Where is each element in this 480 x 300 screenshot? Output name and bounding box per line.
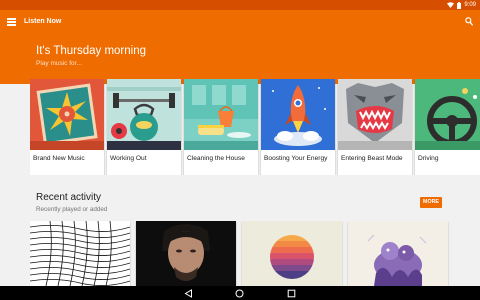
activity-card-cleaning-the-house[interactable]: Cleaning the House [184,79,258,175]
app-bar-title: Listen Now [24,18,62,25]
album-portrait[interactable] [136,221,236,286]
album-purple-figure[interactable] [348,221,448,286]
card-label: Entering Beast Mode [341,155,403,162]
card-label: Driving [418,155,439,162]
beast-face-icon [338,79,412,150]
home-icon[interactable] [235,289,244,298]
system-nav-bar [0,286,480,300]
rocket-icon [261,79,335,150]
activity-card-brand-new-music[interactable]: Brand New Music [30,79,104,175]
recent-activity-title: Recent activity [36,192,102,203]
search-icon[interactable] [465,17,473,26]
card-label: Brand New Music [33,155,85,162]
card-label: Working Out [110,155,147,162]
bucket-sponge-icon [184,79,258,150]
hamburger-menu-icon[interactable] [7,18,16,26]
vinyl-starburst-icon [30,79,104,150]
activity-cards: Brand New Music Working Out Cleaning the… [30,79,480,175]
back-icon[interactable] [184,289,193,298]
portrait-photo-art [136,221,236,286]
purple-figure-art [348,221,448,286]
activity-card-boosting-your-energy[interactable]: Boosting Your Energy [261,79,335,175]
hero-title: It's Thursday morning [36,45,147,57]
wifi-icon [447,2,455,8]
battery-icon [457,1,462,9]
activity-card-entering-beast-mode[interactable]: Entering Beast Mode [338,79,412,175]
sunset-stripes-art [242,221,342,286]
hero-subtitle: Play music for... [36,60,82,67]
steering-wheel-icon [415,79,480,150]
status-time: 9:09 [464,2,476,8]
album-wave-lines[interactable] [30,221,130,286]
recent-albums [30,221,480,286]
card-label: Boosting Your Energy [264,155,328,162]
card-label: Cleaning the House [187,155,245,162]
activity-card-driving[interactable]: Driving [415,79,480,175]
status-bar: 9:09 [0,0,480,10]
activity-card-working-out[interactable]: Working Out [107,79,181,175]
hero-banner: It's Thursday morning Play music for... [0,34,480,84]
recent-activity-subtitle: Recently played or added [36,206,108,213]
kettlebell-weights-icon [107,79,181,150]
wave-lines-art [30,221,130,286]
recents-icon[interactable] [287,289,296,298]
album-sunset[interactable] [242,221,342,286]
status-icons: 9:09 [447,1,476,9]
app-bar: Listen Now [0,10,480,34]
more-button[interactable]: MORE [420,197,442,208]
